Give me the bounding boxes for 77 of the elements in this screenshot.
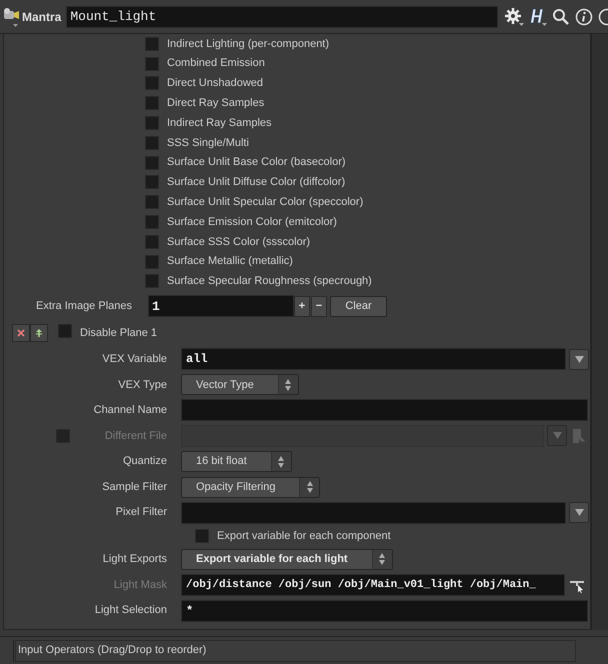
checkbox[interactable] [195, 529, 209, 544]
menu-button[interactable]: Opacity Filtering [181, 476, 320, 498]
close-icon [17, 329, 25, 338]
add-button[interactable]: + [294, 296, 310, 317]
checkbox[interactable] [145, 254, 159, 269]
menu-button[interactable]: 16 bit float [181, 451, 292, 472]
checkbox[interactable] [145, 215, 159, 230]
checkbox[interactable] [145, 116, 159, 130]
plane-option-label: Surface Metallic (metallic) [167, 254, 293, 270]
menu-button[interactable]: Export variable for each light [181, 548, 393, 570]
gear-icon[interactable] [504, 6, 524, 26]
text-field[interactable]: * [181, 600, 588, 622]
file-chooser-icon[interactable] [572, 428, 586, 444]
search-icon[interactable] [552, 8, 570, 26]
checkbox[interactable] [145, 274, 159, 288]
checkbox[interactable] [145, 175, 159, 190]
checkbox[interactable] [145, 234, 159, 249]
plane-option-label: Surface Emission Color (emitcolor) [167, 214, 337, 230]
checkbox[interactable] [145, 195, 159, 210]
delete-plane-button[interactable] [12, 324, 30, 342]
insert-arrow-icon [35, 328, 43, 338]
parameter-label: Quantize [122, 454, 168, 470]
plane-option-label: SSS Single/Multi [167, 136, 249, 151]
plane-option-label: Surface SSS Color (ssscolor) [167, 234, 310, 250]
plane-option-label: Surface Specular Roughness (specrough) [167, 274, 372, 290]
parameter-label: Light Selection [94, 603, 168, 618]
insert-plane-button[interactable] [30, 324, 48, 342]
plane-option-label: Combined Emission [167, 56, 265, 72]
parameter-label: Channel Name [92, 403, 168, 418]
plane-option-label: Surface Unlit Base Color (basecolor) [167, 155, 346, 170]
plane-option-label: Indirect Lighting (per-component) [167, 36, 330, 52]
checkbox[interactable] [145, 36, 159, 51]
dropdown-button[interactable] [569, 348, 589, 370]
text-field[interactable] [181, 502, 566, 524]
caret-down-icon [552, 432, 562, 440]
updown-arrows-icon [378, 552, 386, 566]
dropdown-button[interactable] [569, 502, 589, 524]
plane-option-label: Direct Ray Samples [167, 96, 264, 112]
updown-arrows-icon [284, 378, 292, 392]
remove-button[interactable]: − [311, 296, 327, 317]
node-name-field[interactable]: Mount_light [66, 6, 498, 28]
parameter-label: Different File [104, 428, 168, 444]
number-field[interactable]: 1 [148, 295, 294, 318]
checkbox[interactable] [145, 156, 159, 170]
status-text: Input Operators (Drag/Drop to reorder) [15, 640, 576, 662]
text-field[interactable]: all [181, 348, 566, 370]
checkbox[interactable] [145, 76, 159, 90]
menu-button[interactable]: Vector Type [181, 374, 299, 396]
plane-option-label: Indirect Ray Samples [167, 116, 272, 131]
info-icon[interactable] [575, 8, 593, 26]
checkbox[interactable] [58, 324, 72, 338]
checkbox[interactable] [145, 96, 159, 110]
text-field[interactable]: /obj/distance /obj/sun /obj/Main_v01_light /obj/Main_ [181, 574, 565, 596]
clear-button[interactable]: Clear [330, 296, 387, 317]
checkbox[interactable] [145, 136, 159, 150]
parameter-label: VEX Type [117, 378, 168, 392]
caret-down-icon [574, 356, 584, 363]
updown-arrows-icon [277, 454, 286, 469]
disable-plane-label: Disable Plane 1 [80, 326, 158, 342]
updown-arrows-icon [306, 480, 314, 494]
plane-option-label: Surface Unlit Diffuse Color (diffcolor) [167, 175, 346, 190]
camera-icon [3, 6, 20, 26]
node-type-label: Mantra [22, 8, 62, 26]
plane-option-label: Surface Unlit Specular Color (speccolor) [167, 195, 364, 210]
toggle-label: Export variable for each component [217, 528, 391, 544]
parameter-label: Light Mask [112, 578, 168, 593]
parameter-label: Extra Image Planes [35, 299, 133, 314]
text-field[interactable] [181, 399, 588, 422]
plane-option-label: Direct Unshadowed [167, 76, 263, 92]
checkbox[interactable] [145, 56, 159, 71]
parameter-label: Light Exports [102, 552, 168, 568]
scrollbar[interactable] [591, 34, 608, 630]
parameter-label: Pixel Filter [114, 505, 168, 520]
caret-down-icon [574, 509, 584, 516]
help-h-icon[interactable] [528, 6, 548, 26]
parameter-label: Sample Filter [101, 480, 168, 495]
parameter-label: VEX Variable [101, 352, 168, 367]
